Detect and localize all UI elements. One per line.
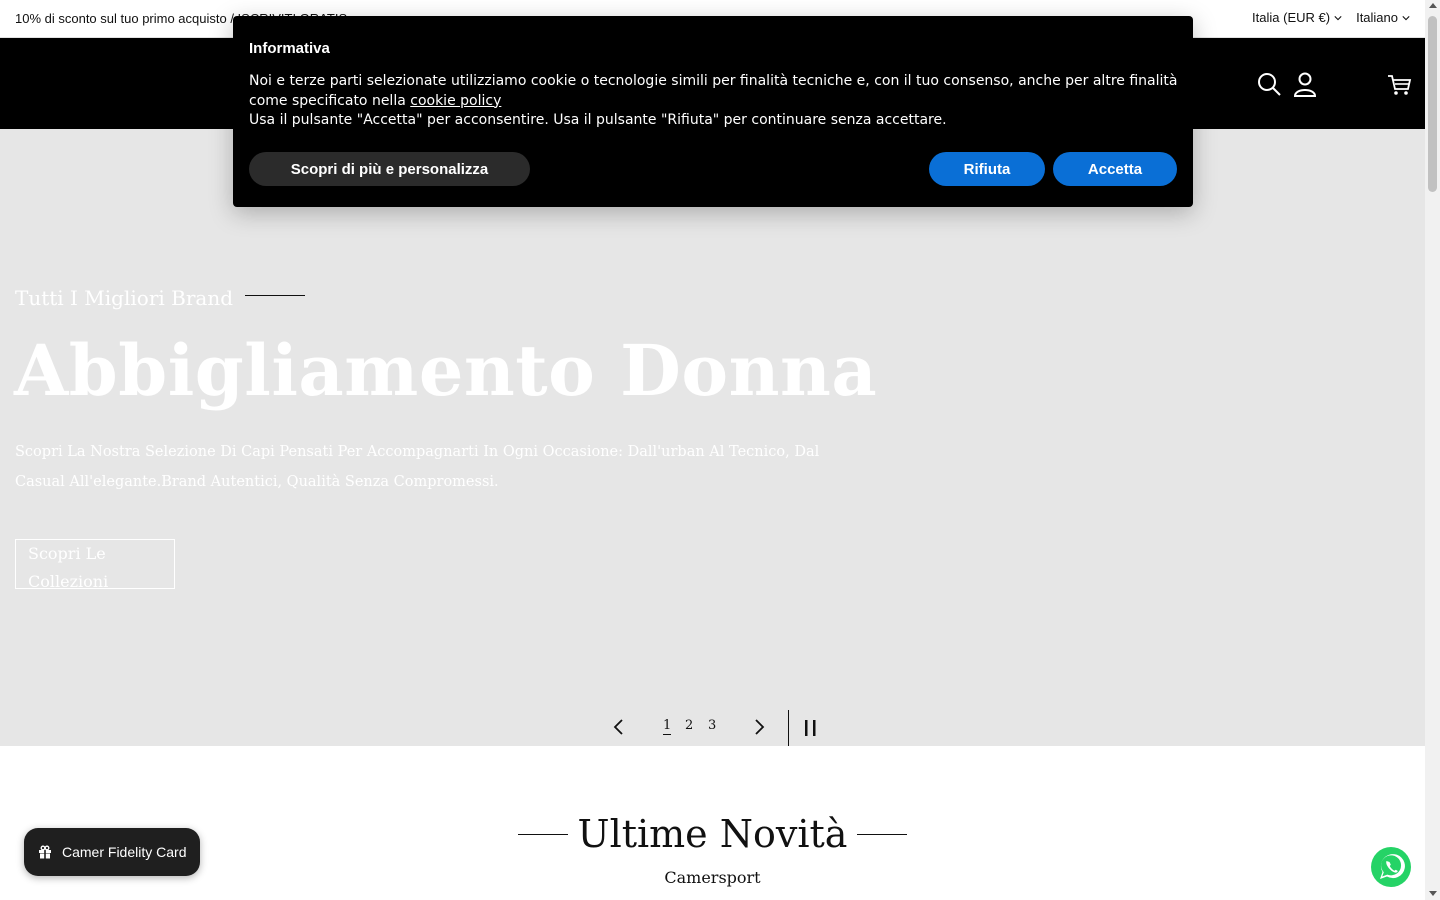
chevron-down-icon	[1402, 15, 1410, 20]
heading-line-left	[517, 833, 568, 835]
search-icon[interactable]	[1256, 71, 1282, 97]
language-selector-label: Italiano	[1356, 10, 1398, 25]
locale-selectors: Italia (EUR €) Italiano	[1252, 10, 1410, 25]
slider-divider	[788, 710, 789, 746]
accept-button[interactable]: Accetta	[1053, 152, 1177, 186]
pause-icon[interactable]	[803, 719, 819, 737]
slide-dot-2[interactable]: 2	[685, 718, 693, 733]
gift-icon	[39, 845, 51, 859]
chevron-left-icon[interactable]	[612, 718, 626, 736]
language-selector[interactable]: Italiano	[1356, 10, 1410, 25]
page-scrollbar[interactable]	[1425, 0, 1440, 900]
cookie-banner: Informativa Noi e terze parti selezionat…	[233, 16, 1193, 207]
whatsapp-icon[interactable]	[1369, 845, 1413, 889]
scroll-down-arrow-icon[interactable]	[1429, 891, 1437, 896]
section-title: Ultime Novità	[577, 812, 848, 856]
chevron-down-icon	[1334, 15, 1342, 20]
cart-icon[interactable]	[1386, 71, 1412, 97]
scroll-thumb[interactable]	[1428, 16, 1437, 192]
cookie-body-instructions: Usa il pulsante "Accetta" per acconsenti…	[249, 112, 947, 128]
hero-title: Abbigliamento Donna	[14, 329, 878, 412]
hero-eyebrow-text: Tutti I Migliori Brand	[15, 286, 233, 310]
section-subtitle: Camersport	[664, 868, 761, 887]
hero-slideshow: Tutti I Migliori Brand Abbigliamento Don…	[0, 129, 1425, 746]
cookie-body: Noi e terze parti selezionate utilizziam…	[249, 72, 1179, 131]
discover-collections-button[interactable]: Scopri Le Collezioni	[15, 539, 175, 591]
slide-dot-3[interactable]: 3	[708, 718, 716, 733]
country-selector[interactable]: Italia (EUR €)	[1252, 10, 1342, 25]
chevron-right-icon[interactable]	[752, 718, 766, 736]
account-icon[interactable]	[1292, 71, 1318, 97]
eyebrow-divider	[245, 294, 305, 296]
fidelity-card-label: Camer Fidelity Card	[62, 844, 187, 860]
reject-button[interactable]: Rifiuta	[929, 152, 1045, 186]
cookie-heading: Informativa	[249, 40, 330, 57]
heading-line-right	[857, 833, 908, 835]
scroll-up-arrow-icon[interactable]	[1429, 3, 1437, 8]
slider-controls: 1 2 3	[600, 709, 840, 747]
section-heading: Ultime Novità	[0, 812, 1425, 856]
hero-description: Scopri La Nostra Selezione Di Capi Pensa…	[15, 444, 820, 490]
learn-more-button[interactable]: Scopri di più e personalizza	[249, 152, 530, 186]
cookie-body-text: Noi e terze parti selezionate utilizziam…	[249, 73, 1178, 109]
cookie-policy-link[interactable]: cookie policy	[410, 93, 501, 109]
country-selector-label: Italia (EUR €)	[1252, 10, 1331, 25]
fidelity-card-button[interactable]: Camer Fidelity Card	[24, 828, 200, 876]
hero-eyebrow: Tutti I Migliori Brand	[15, 286, 305, 310]
slide-dot-1[interactable]: 1	[663, 718, 672, 735]
